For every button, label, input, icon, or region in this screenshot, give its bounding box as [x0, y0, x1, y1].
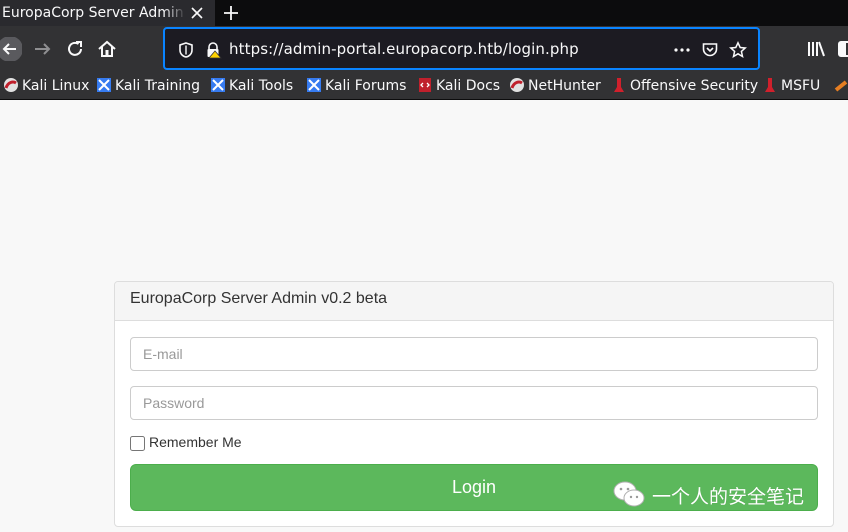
overflow-bookmark-icon[interactable]	[834, 78, 848, 94]
nethunter-icon	[510, 78, 524, 92]
navigation-toolbar: https://admin-portal.europacorp.htb/logi…	[0, 26, 848, 72]
bookmark-star-icon[interactable]	[729, 41, 747, 59]
reload-icon[interactable]	[63, 37, 87, 61]
bookmark-kali-docs[interactable]: Kali Docs	[417, 76, 500, 96]
bookmark-label: Kali Tools	[229, 78, 294, 94]
bookmarks-toolbar: Kali Linux Kali Training Kali Tools Kali…	[0, 72, 848, 100]
kali-tools-icon	[211, 78, 225, 92]
tab-strip: EuropaCorp Server Admin v0.2 beta	[0, 0, 848, 26]
library-icon[interactable]	[804, 37, 828, 61]
pocket-icon[interactable]	[701, 41, 719, 59]
address-bar[interactable]: https://admin-portal.europacorp.htb/logi…	[163, 27, 760, 70]
kali-docs-icon	[419, 78, 431, 92]
forward-icon[interactable]	[31, 37, 55, 61]
home-icon[interactable]	[95, 37, 119, 61]
wechat-icon	[613, 481, 645, 507]
watermark-text: 一个人的安全笔记	[652, 486, 805, 508]
bookmark-label: NetHunter	[528, 78, 601, 94]
bookmark-nethunter[interactable]: NetHunter	[509, 76, 601, 96]
bookmark-kali-linux[interactable]: Kali Linux	[3, 76, 89, 96]
bookmark-label: Kali Training	[115, 78, 200, 94]
remember-me[interactable]: Remember Me	[130, 434, 242, 451]
bookmark-kali-forums[interactable]: Kali Forums	[306, 76, 406, 96]
tab-title: EuropaCorp Server Admin v0.2 beta	[2, 5, 186, 21]
bookmark-msfu[interactable]: MSFU	[762, 76, 820, 96]
new-tab-icon[interactable]	[222, 4, 240, 22]
insecure-lock-icon[interactable]	[204, 41, 222, 59]
url-text[interactable]: https://admin-portal.europacorp.htb/logi…	[229, 40, 579, 58]
bookmark-kali-training[interactable]: Kali Training	[96, 76, 200, 96]
panel-heading: EuropaCorp Server Admin v0.2 beta	[115, 282, 833, 321]
remember-checkbox[interactable]	[130, 436, 145, 451]
tab-active[interactable]: EuropaCorp Server Admin v0.2 beta	[0, 0, 215, 26]
shield-icon[interactable]	[177, 41, 195, 59]
bookmark-label: Kali Forums	[325, 78, 407, 94]
remember-label: Remember Me	[149, 434, 242, 450]
bookmark-label: Kali Linux	[22, 78, 90, 94]
page-content: EuropaCorp Server Admin v0.2 beta Rememb…	[0, 101, 848, 532]
bookmark-offensive-security[interactable]: Offensive Security	[611, 76, 758, 96]
back-icon[interactable]	[0, 37, 22, 61]
bookmark-label: Offensive Security	[630, 78, 759, 94]
password-field[interactable]	[130, 386, 818, 420]
sidebar-icon[interactable]	[836, 37, 848, 61]
kali-training-icon	[97, 78, 111, 92]
offensive-security-icon	[614, 78, 624, 92]
more-actions-icon[interactable]	[673, 41, 691, 59]
msfu-icon	[765, 78, 775, 92]
kali-linux-icon	[4, 78, 18, 92]
bookmark-kali-tools[interactable]: Kali Tools	[210, 76, 293, 96]
email-field[interactable]	[130, 337, 818, 371]
close-icon[interactable]	[189, 5, 205, 21]
bookmark-label: MSFU	[781, 78, 821, 94]
kali-forums-icon	[307, 78, 321, 92]
bookmark-label: Kali Docs	[436, 78, 501, 94]
